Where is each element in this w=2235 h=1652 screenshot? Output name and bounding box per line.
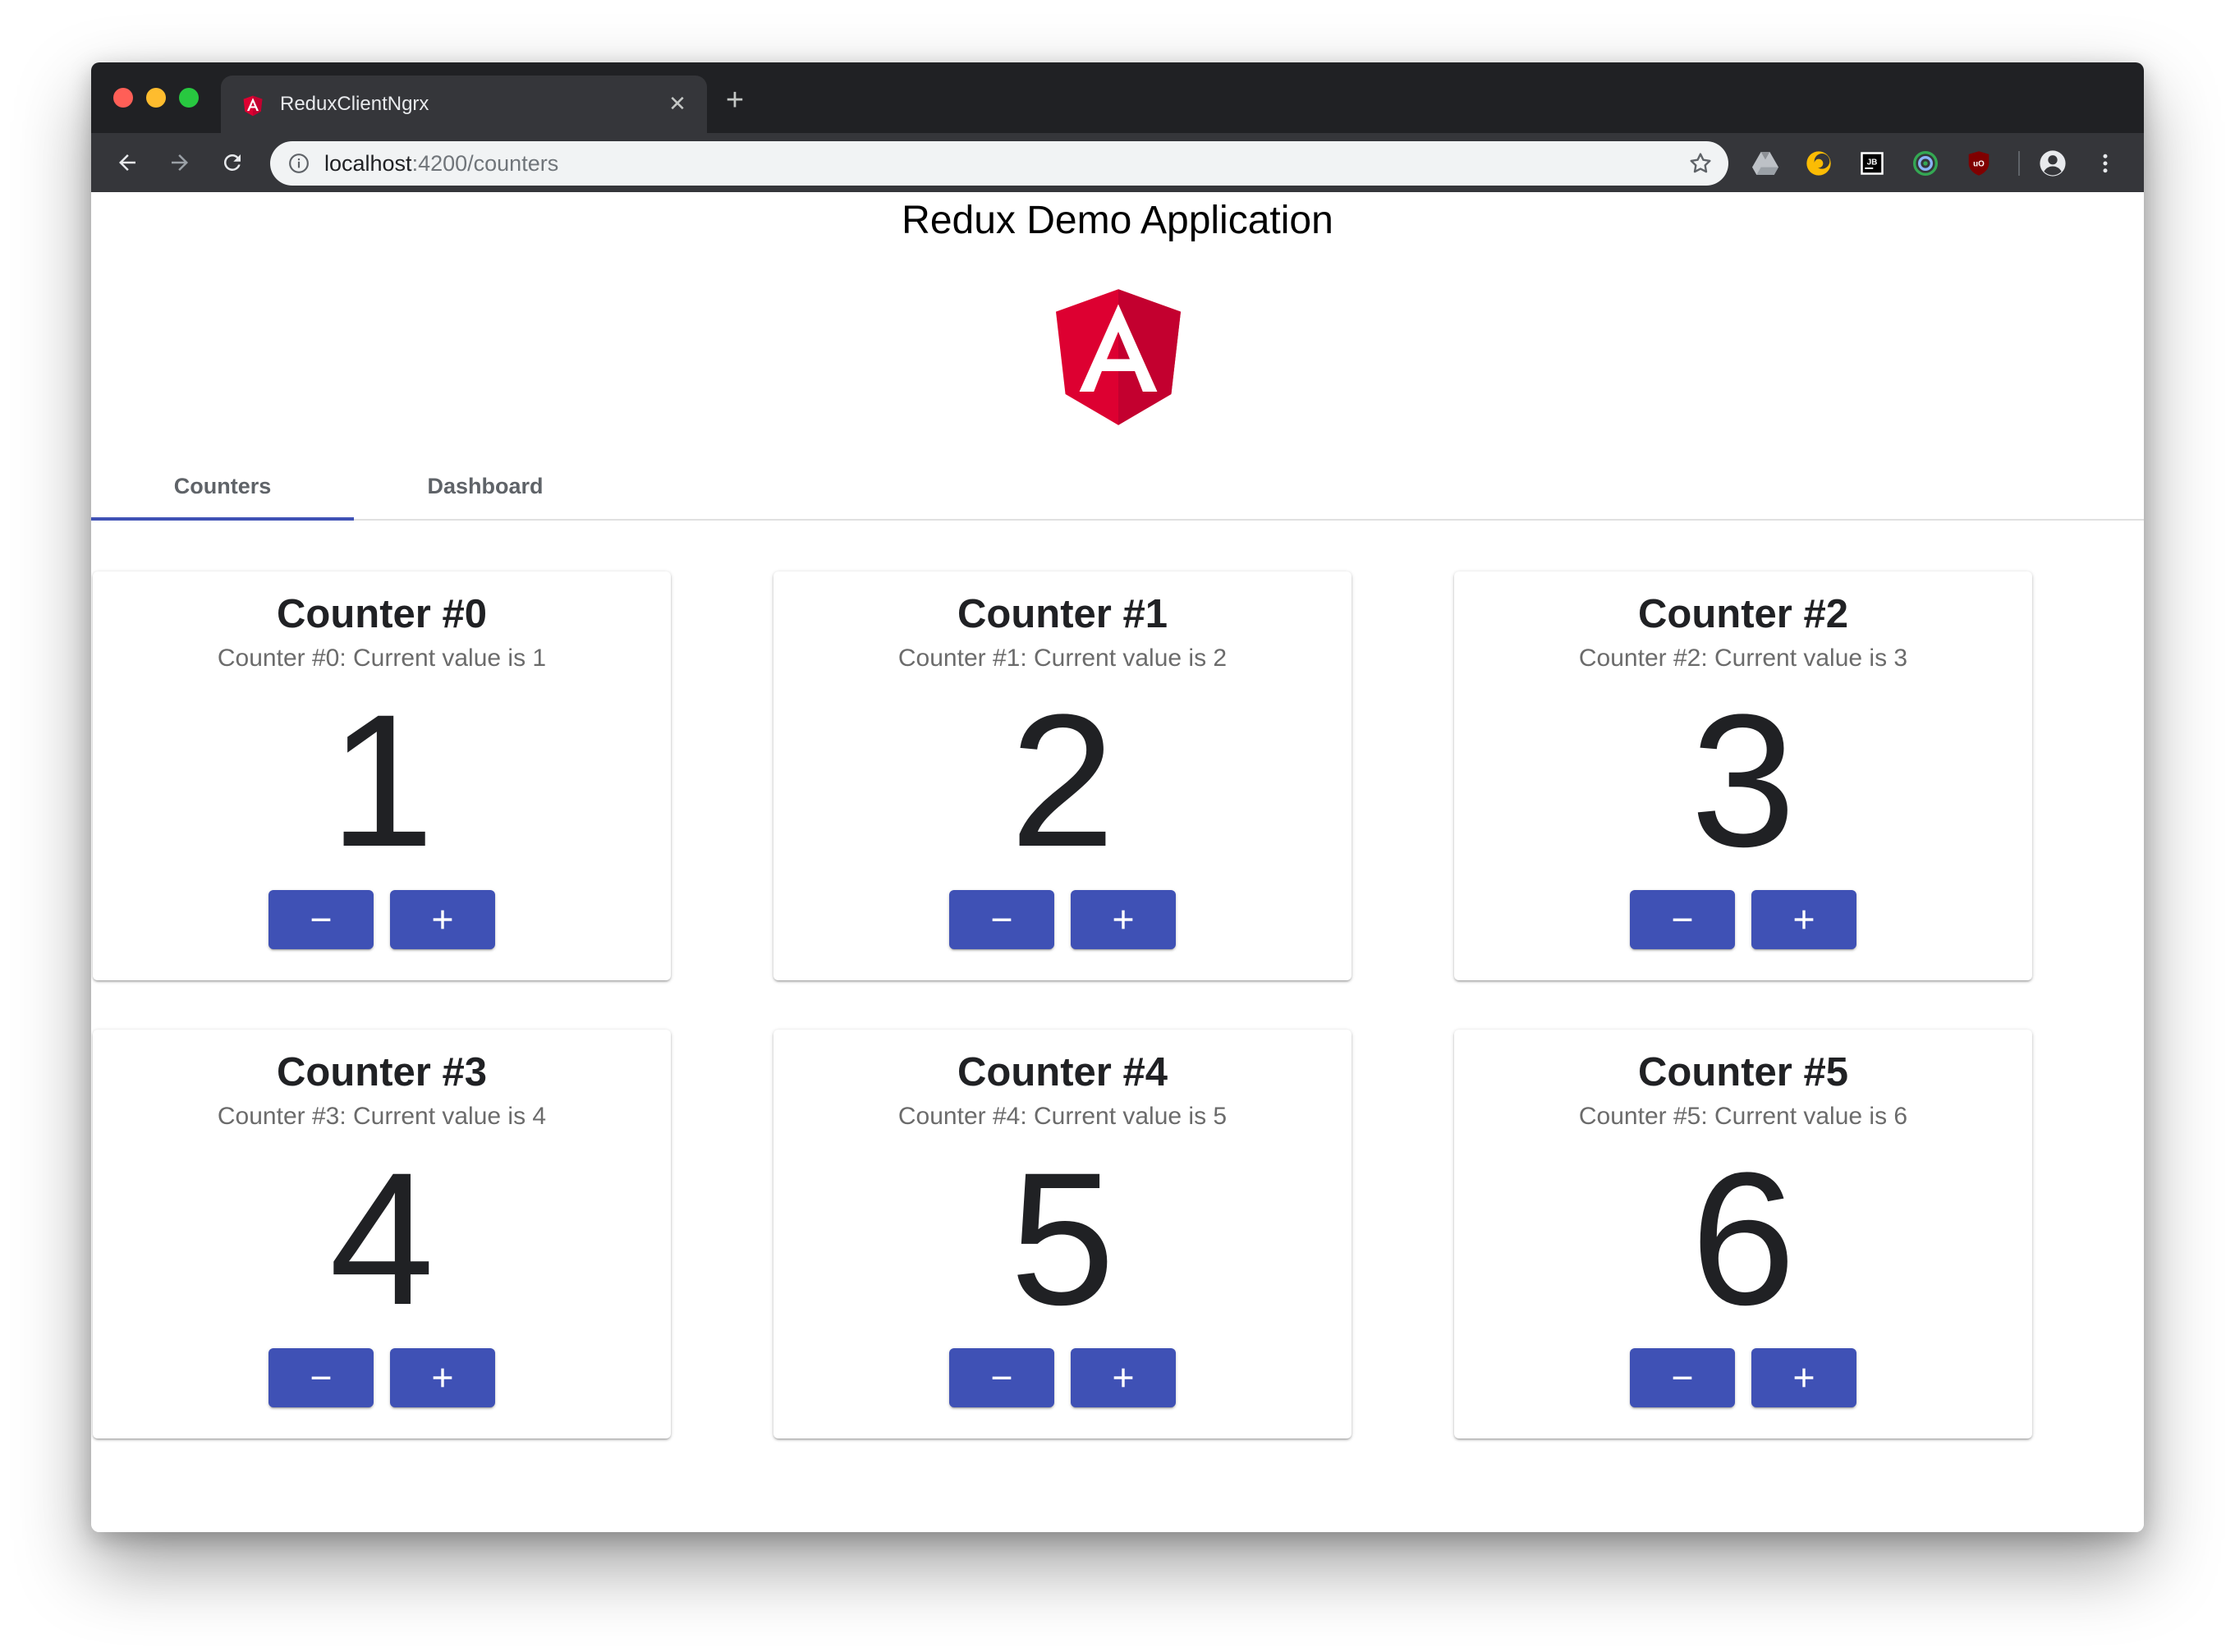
plus-icon: [1794, 1368, 1814, 1388]
minus-icon: [1673, 918, 1692, 921]
counter-title: Counter #4: [957, 1050, 1168, 1094]
counter-value: 2: [1010, 675, 1115, 886]
close-icon[interactable]: ✕: [664, 90, 691, 117]
plus-icon: [433, 1368, 452, 1388]
decrement-button[interactable]: [1630, 890, 1735, 949]
active-tab-indicator: [91, 517, 354, 521]
window-minimize-button[interactable]: [146, 88, 166, 108]
counter-title: Counter #3: [277, 1050, 487, 1094]
counter-card: Counter #1 Counter #1: Current value is …: [773, 571, 1352, 980]
angular-icon: [243, 95, 263, 117]
reload-icon[interactable]: [213, 143, 252, 182]
address-bar[interactable]: localhost:4200/counters: [270, 141, 1728, 186]
toolbar-divider: [2018, 151, 2020, 176]
tab-dashboard[interactable]: Dashboard: [354, 453, 617, 519]
window-maximize-button[interactable]: [179, 88, 199, 108]
page-title: Redux Demo Application: [902, 199, 1333, 242]
jetbrains-icon[interactable]: JB: [1858, 149, 1886, 177]
counter-value: 4: [329, 1133, 434, 1344]
forward-arrow-icon[interactable]: [160, 143, 200, 182]
increment-button[interactable]: [1751, 890, 1856, 949]
browser-tab[interactable]: ReduxClientNgrx ✕: [221, 76, 707, 133]
svg-text:JB: JB: [1867, 158, 1878, 167]
minus-icon: [1673, 1376, 1692, 1379]
plus-icon: [433, 910, 452, 929]
browser-window: ReduxClientNgrx ✕ + localhost:4200/count…: [91, 62, 2144, 1532]
url-host: localhost: [324, 151, 412, 176]
counter-value: 6: [1691, 1133, 1796, 1344]
star-icon[interactable]: [1687, 150, 1714, 177]
increment-button[interactable]: [390, 890, 495, 949]
increment-button[interactable]: [1751, 1348, 1856, 1407]
counter-subtitle: Counter #4: Current value is 5: [897, 1103, 1228, 1130]
counter-subtitle: Counter #0: Current value is 1: [217, 645, 547, 672]
info-icon[interactable]: [288, 153, 310, 174]
minus-icon: [311, 1376, 331, 1379]
url-path: :4200/counters: [411, 151, 559, 176]
counter-subtitle: Counter #1: Current value is 2: [897, 645, 1228, 672]
decrement-button[interactable]: [949, 890, 1054, 949]
plus-icon: [1794, 910, 1814, 929]
page-content: Redux Demo Application Counters Dashboar…: [91, 192, 2144, 1532]
profile-icon[interactable]: [2039, 149, 2067, 177]
nav-tab-bar: Counters Dashboard: [91, 453, 2144, 521]
plus-icon: [1113, 910, 1133, 929]
decrement-button[interactable]: [949, 1348, 1054, 1407]
more-vert-icon[interactable]: [2091, 149, 2119, 177]
counter-card: Counter #4 Counter #4: Current value is …: [773, 1030, 1352, 1439]
minus-icon: [992, 918, 1012, 921]
url-text: localhost:4200/counters: [324, 151, 558, 176]
counter-card: Counter #2 Counter #2: Current value is …: [1454, 571, 2032, 980]
counter-title: Counter #2: [1638, 592, 1848, 636]
decrement-button[interactable]: [1630, 1348, 1735, 1407]
svg-text:uO: uO: [1973, 160, 1985, 169]
target-icon[interactable]: [1911, 149, 1939, 177]
back-arrow-icon[interactable]: [108, 143, 147, 182]
counter-value: 3: [1691, 675, 1796, 886]
counter-value: 5: [1010, 1133, 1115, 1344]
counter-card: Counter #5 Counter #5: Current value is …: [1454, 1030, 2032, 1439]
counter-title: Counter #1: [957, 592, 1168, 636]
window-close-button[interactable]: [113, 88, 133, 108]
increment-button[interactable]: [390, 1348, 495, 1407]
angular-icon: [1056, 289, 1181, 425]
counter-subtitle: Counter #3: Current value is 4: [217, 1103, 547, 1130]
tab-counters[interactable]: Counters: [91, 453, 354, 519]
counter-subtitle: Counter #2: Current value is 3: [1578, 645, 1908, 672]
counter-title: Counter #5: [1638, 1050, 1848, 1094]
tab-strip: ReduxClientNgrx ✕ +: [91, 62, 2144, 133]
drive-icon[interactable]: [1751, 149, 1779, 177]
plus-icon[interactable]: +: [717, 82, 753, 118]
tab-title: ReduxClientNgrx: [280, 93, 429, 115]
decrement-button[interactable]: [268, 1348, 374, 1407]
moon-icon[interactable]: [1805, 149, 1833, 177]
ublock-icon[interactable]: uO: [1965, 149, 1993, 177]
increment-button[interactable]: [1071, 890, 1176, 949]
counter-subtitle: Counter #5: Current value is 6: [1578, 1103, 1908, 1130]
minus-icon: [311, 918, 331, 921]
increment-button[interactable]: [1071, 1348, 1176, 1407]
counter-card: Counter #0 Counter #0: Current value is …: [93, 571, 671, 980]
decrement-button[interactable]: [268, 890, 374, 949]
counter-value: 1: [329, 675, 434, 886]
plus-icon: [1113, 1368, 1133, 1388]
counter-title: Counter #0: [277, 592, 487, 636]
browser-toolbar: localhost:4200/counters JB uO: [91, 133, 2144, 192]
counter-card: Counter #3 Counter #3: Current value is …: [93, 1030, 671, 1439]
minus-icon: [992, 1376, 1012, 1379]
